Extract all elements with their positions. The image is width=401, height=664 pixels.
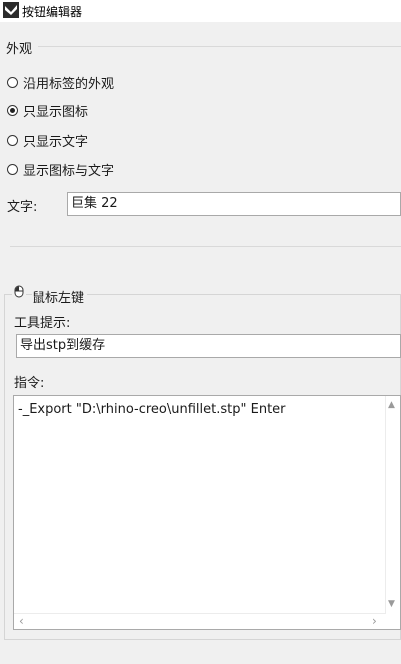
appearance-group-line xyxy=(38,46,401,47)
chevron-up-icon[interactable]: ▲ xyxy=(388,400,395,410)
command-label: 指令: xyxy=(14,376,45,391)
horizontal-scrollbar[interactable]: ‹ › xyxy=(14,613,386,629)
radio-button[interactable] xyxy=(7,76,18,88)
tooltip-label: 工具提示: xyxy=(14,316,71,331)
title-bar[interactable]: 按钮编辑器 xyxy=(0,0,401,22)
tooltip-input[interactable]: 导出stp到缓存 xyxy=(16,334,401,358)
radio-text-only[interactable]: 只显示文字 xyxy=(7,131,89,150)
left-mouse-group-label: 鼠标左键 xyxy=(32,287,88,306)
window-title: 按钮编辑器 xyxy=(22,5,83,19)
command-textarea[interactable]: -_Export "D:\rhino-creo\unfillet.stp" En… xyxy=(13,395,401,630)
radio-button[interactable] xyxy=(7,134,18,146)
radio-label: 显示图标与文字 xyxy=(23,163,115,179)
radio-icon-only[interactable]: 只显示图标 xyxy=(7,101,89,120)
radio-label: 沿用标签的外观 xyxy=(23,76,115,92)
section-divider xyxy=(10,246,401,247)
radio-label: 只显示图标 xyxy=(23,104,89,120)
mouse-left-button-icon xyxy=(12,284,26,300)
command-text[interactable]: -_Export "D:\rhino-creo\unfillet.stp" En… xyxy=(18,402,286,417)
radio-button[interactable] xyxy=(7,163,18,175)
vertical-scrollbar[interactable]: ▲ ▼ xyxy=(385,396,400,615)
text-field-label: 文字: xyxy=(7,200,38,215)
chevron-left-icon[interactable]: ‹ xyxy=(19,615,24,627)
button-text-input[interactable]: 巨集 22 xyxy=(67,192,401,216)
radio-use-label-appearance[interactable]: 沿用标签的外观 xyxy=(7,73,115,92)
radio-button-checked[interactable] xyxy=(7,104,18,116)
appearance-group-label: 外观 xyxy=(6,42,33,57)
radio-label: 只显示文字 xyxy=(23,134,89,150)
chevron-down-icon[interactable]: ▼ xyxy=(388,599,395,609)
button-editor-icon xyxy=(3,2,19,18)
chevron-right-icon[interactable]: › xyxy=(372,615,377,627)
radio-icon-and-text[interactable]: 显示图标与文字 xyxy=(7,160,115,179)
